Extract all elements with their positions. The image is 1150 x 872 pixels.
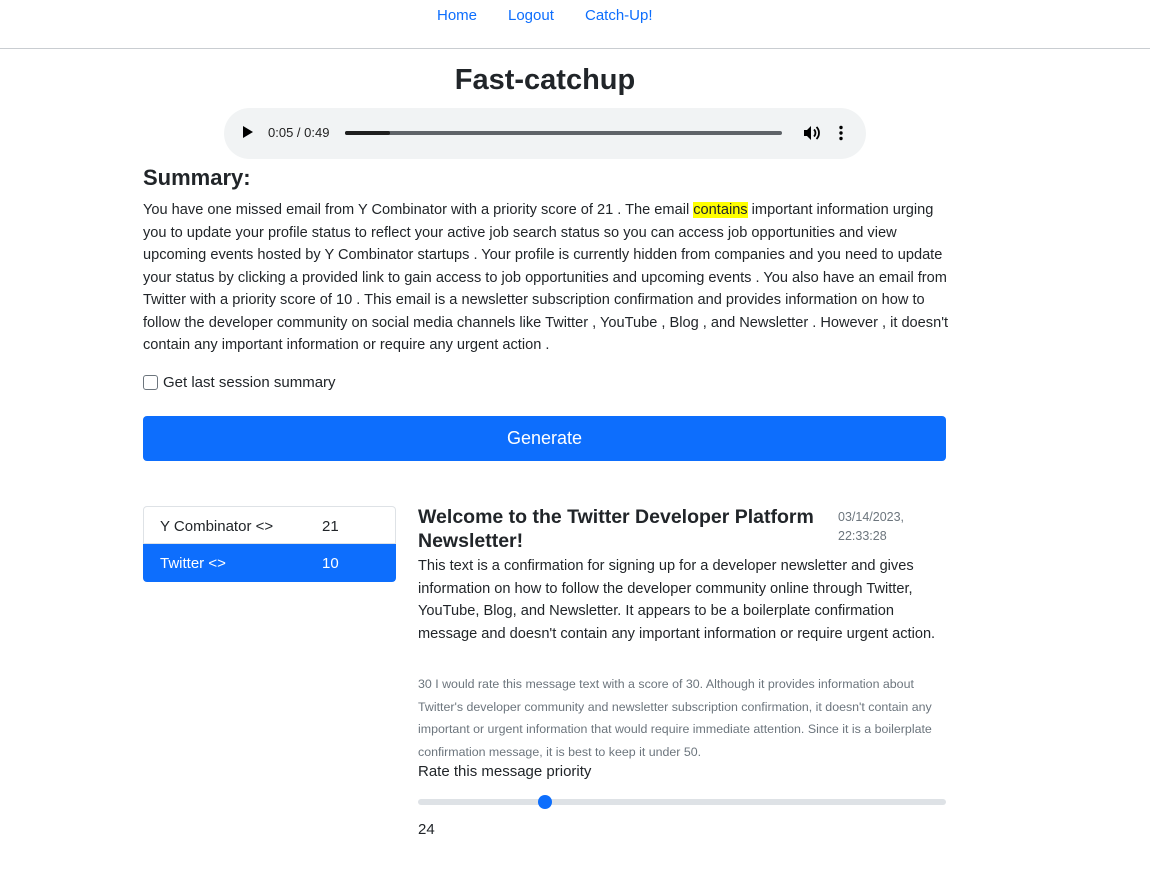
email-list: Y Combinator <> 21 Twitter <> 10 [143, 506, 396, 582]
summary-text-part: You have one missed email from Y Combina… [143, 202, 694, 218]
summary-highlight: contains [693, 202, 748, 218]
email-detail-date: 03/14/2023, 22:33:28 [838, 510, 905, 543]
audio-time: 0:05 / 0:49 [268, 125, 330, 140]
more-vert-icon[interactable] [834, 123, 848, 143]
email-detail-title: Welcome to the Twitter Developer Platfor… [418, 506, 814, 552]
priority-slider-track[interactable] [418, 799, 946, 805]
priority-slider-thumb[interactable] [537, 795, 552, 809]
email-score: 21 [322, 518, 339, 535]
email-list-item[interactable]: Twitter <> 10 [143, 544, 396, 582]
generate-button[interactable]: Generate [143, 416, 946, 461]
nav-home-link[interactable]: Home [437, 7, 477, 24]
summary-heading: Summary: [143, 165, 251, 190]
audio-seek-bar[interactable] [345, 131, 782, 135]
email-detail-rating-note: 30 I would rate this message text with a… [418, 677, 932, 759]
volume-icon[interactable] [801, 123, 821, 143]
play-icon[interactable] [243, 126, 253, 138]
nav-logout-link[interactable]: Logout [508, 7, 554, 24]
last-session-checkbox[interactable] [143, 375, 158, 390]
rate-priority-label: Rate this message priority [418, 763, 592, 780]
email-score: 10 [322, 555, 339, 572]
priority-slider[interactable] [418, 795, 946, 809]
email-sender: Twitter <> [160, 555, 226, 572]
email-sender: Y Combinator <> [160, 518, 274, 535]
top-navbar: Home Logout Catch-Up! [0, 0, 1150, 49]
summary-text: You have one missed email from Y Combina… [143, 199, 953, 357]
email-list-item[interactable]: Y Combinator <> 21 [143, 506, 396, 544]
last-session-checkbox-label[interactable]: Get last session summary [163, 374, 336, 391]
email-detail-body: This text is a confirmation for signing … [418, 558, 936, 642]
priority-value: 24 [418, 821, 435, 838]
audio-player[interactable]: 0:05 / 0:49 [224, 108, 866, 159]
audio-progress-fill [345, 131, 390, 135]
page-title: Fast-catchup [454, 64, 636, 96]
nav-catchup-link[interactable]: Catch-Up! [585, 7, 653, 24]
summary-text-part: important information urging you to upda… [143, 202, 949, 353]
